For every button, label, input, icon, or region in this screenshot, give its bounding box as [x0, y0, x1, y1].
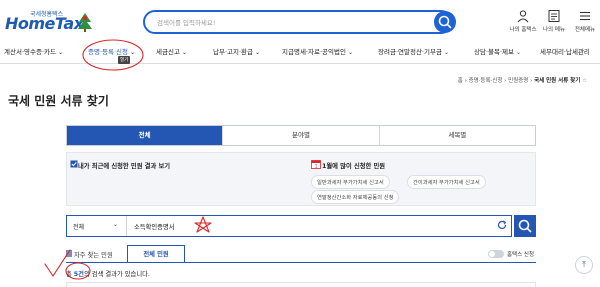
category-tabs: 전체 분야별 세목별 [66, 125, 536, 146]
checkbox-icon [70, 160, 78, 168]
nav-item-statement[interactable]: 지급명세·자료·공익법인 ⌄ [282, 46, 353, 56]
chevron-down-icon: ⌄ [443, 49, 449, 56]
chevron-down-icon: ⌄ [113, 221, 119, 228]
nav-item-label: 증명·등록·신청 [88, 48, 129, 56]
share-icon[interactable]: ☆ [582, 78, 587, 84]
my-hometax-label: 나의 홈택스 [509, 27, 537, 33]
refresh-icon[interactable] [496, 219, 508, 231]
popular-chip[interactable]: 연말정산간소화 자료제공동의 신청 [311, 190, 400, 204]
popular-applications-title: 1월에 많이 신청한 민원 [322, 163, 386, 170]
result-prefix: 총 [66, 271, 74, 278]
search-icon [518, 219, 532, 233]
nav-item-label: 납부·고지·환급 [213, 48, 254, 56]
divider [66, 262, 536, 263]
tab-by-tax[interactable]: 세목별 [378, 126, 535, 145]
nav-item-label: 세금신고 [156, 48, 180, 56]
nav-item-tax-report[interactable]: 세금신고 ⌄ [156, 46, 187, 56]
logo-tree-icon [78, 13, 92, 32]
my-menu-icon [548, 10, 560, 22]
chevron-down-icon: ⌄ [516, 49, 522, 56]
list-icon [66, 250, 72, 257]
nav-item-label: 장려금·연말정산·기부금 [378, 48, 442, 56]
breadcrumb-item[interactable]: 민원증명 [508, 78, 528, 84]
nav-item-payment[interactable]: 납부·고지·환급 ⌄ [213, 46, 260, 56]
all-menu-label: 전체메뉴 [574, 27, 596, 33]
breadcrumb-home[interactable]: 홈 [458, 78, 463, 84]
arrow-up-icon: ⤒ [582, 260, 586, 269]
nav-item-agent[interactable]: 세무대리·납세관리 [540, 46, 590, 56]
nav-item-consult[interactable]: 상담·불복·제보 ⌄ [474, 46, 521, 56]
tab-all-applications[interactable]: 전체 민원 [127, 245, 185, 263]
chevron-down-icon: ⌄ [255, 49, 261, 56]
chevron-down-icon: ⌄ [347, 49, 353, 56]
my-menu-label: 나의 메뉴 [543, 27, 565, 33]
page: 국세청홈택스 HomeTax 나의 홈택스 나의 메뉴 [0, 0, 600, 287]
my-menu-link[interactable]: 나의 메뉴 [539, 9, 569, 33]
recent-applications-link[interactable]: 내가 최근에 신청한 민원 결과 보기 [78, 161, 170, 170]
tab-all[interactable]: 전체 [67, 126, 223, 145]
page-title: 국세 민원 서류 찾기 [8, 94, 109, 108]
hometax-apply-toggle[interactable] [488, 250, 504, 258]
global-search-input[interactable] [157, 16, 407, 30]
result-list [66, 282, 536, 287]
document-search-row [66, 215, 512, 237]
nav-item-label: 계산서·영수증·카드 [4, 48, 56, 56]
result-count: 5건 [73, 271, 84, 278]
tab-by-field[interactable]: 분야별 [222, 126, 379, 145]
main-nav: 계산서·영수증·카드 ⌄ 증명·등록·신청 ⌄ 세금신고 ⌄ 납부·고지·환급 ⌄ 지급… [0, 38, 600, 64]
document-search-button[interactable] [514, 215, 536, 237]
breadcrumb: 홈 › 증명·등록·신청 › 민원증명 › 국세 민원 서류 찾기 ☆ [457, 78, 587, 84]
calendar-day: 1 [315, 164, 318, 169]
hamburger-icon [580, 11, 590, 21]
scroll-top-button[interactable]: ⤒ [575, 256, 593, 274]
nav-item-invoice[interactable]: 계산서·영수증·카드 ⌄ [4, 46, 63, 56]
chevron-down-icon: ⌄ [130, 49, 136, 56]
global-search-box [143, 10, 453, 34]
search-icon [438, 15, 452, 29]
nav-tooltip: 열기 [118, 56, 131, 64]
result-summary: 총 5건의 검색 결과가 있습니다. [66, 269, 150, 278]
search-scope-select[interactable]: 전체 [73, 222, 84, 231]
nav-item-certificate[interactable]: 증명·등록·신청 ⌄ [88, 46, 135, 56]
breadcrumb-item[interactable]: 증명·등록·신청 [469, 78, 503, 84]
popular-chip[interactable]: 간이과세자 부가가치세 신고서 [407, 175, 486, 189]
nav-item-year-end[interactable]: 장려금·연말정산·기부금 ⌄ [378, 46, 449, 56]
all-menu-link[interactable]: 전체메뉴 [570, 9, 600, 33]
my-hometax-link[interactable]: 나의 홈택스 [508, 9, 538, 33]
document-search-input[interactable]: 소득확인증명서 [134, 222, 175, 231]
nav-item-label: 상담·불복·제보 [474, 48, 515, 56]
chevron-down-icon: ⌄ [181, 49, 187, 56]
divider [126, 216, 127, 236]
global-search-button[interactable] [434, 11, 456, 33]
popular-chip[interactable]: 일반과세자 부가가치세 신고서 [311, 175, 390, 189]
breadcrumb-current: 국세 민원 서류 찾기 [534, 78, 581, 84]
chevron-down-icon: ⌄ [57, 49, 64, 56]
calendar-icon: 1 [311, 160, 321, 169]
tab-frequent[interactable]: 자주 찾는 민원 [74, 250, 113, 259]
hometax-logo[interactable]: HomeTax [5, 14, 84, 33]
nav-item-label: 지급명세·자료·공익법인 [282, 48, 346, 56]
nav-item-label: 세무대리·납세관리 [540, 48, 590, 56]
person-icon [517, 10, 529, 23]
result-suffix: 의 검색 결과가 있습니다. [83, 271, 150, 278]
toggle-label: 홈택스 신청 [507, 252, 535, 258]
